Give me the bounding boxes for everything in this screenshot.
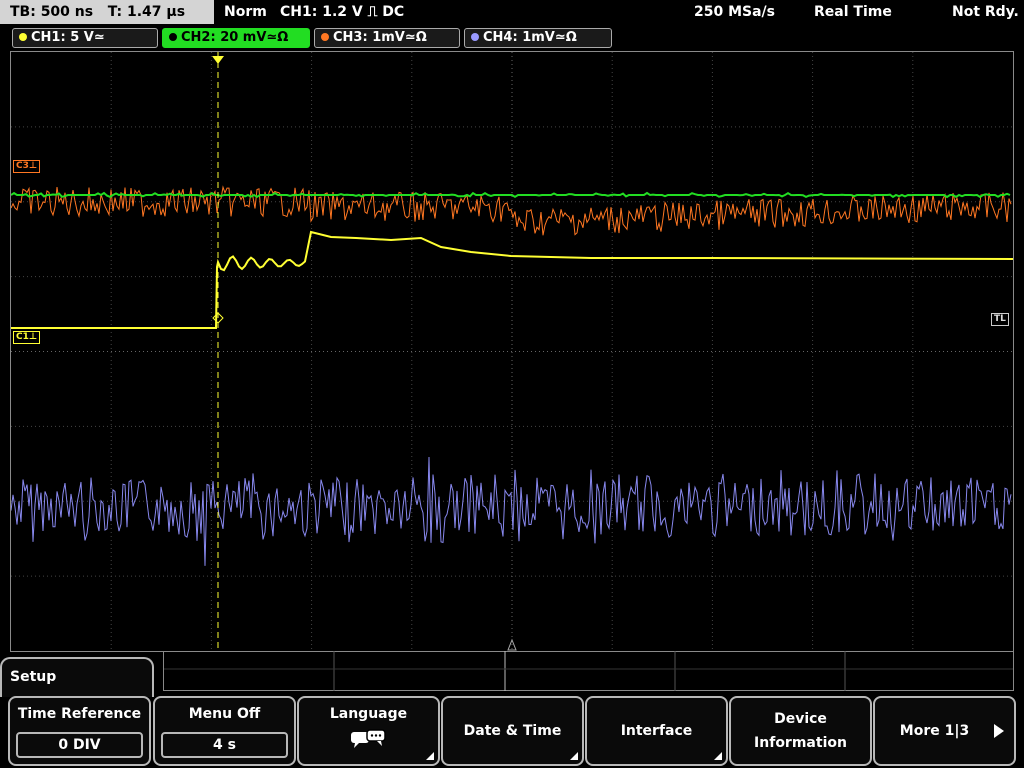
channel-1-dot-icon (19, 33, 27, 41)
channel-2-label: CH2: 20 mV≃Ω (181, 30, 289, 45)
trigger-mode[interactable]: Norm (224, 0, 267, 24)
channel-2-trace (11, 191, 1011, 199)
channel-4-label: CH4: 1mV≃Ω (483, 30, 577, 45)
sample-rate: 250 MSa/s (694, 4, 776, 20)
channel-1-ground-marker[interactable]: C1⊥ (13, 331, 41, 344)
waveform-canvas (11, 52, 1013, 651)
device-information-softkey[interactable]: Device Information (729, 696, 872, 766)
arrow-right-icon (994, 724, 1004, 738)
date-time-softkey[interactable]: Date & Time (441, 696, 584, 766)
submenu-indicator-icon (426, 752, 434, 760)
submenu-indicator-icon (570, 752, 578, 760)
language-label: Language (329, 706, 408, 722)
trigger-position-marker-icon (212, 56, 224, 64)
more-softkey[interactable]: More 1|3 (873, 696, 1016, 766)
channel-4-button[interactable]: CH4: 1mV≃Ω (464, 28, 612, 48)
overview-grid (164, 651, 1013, 691)
trigger-level-marker[interactable]: TL (991, 313, 1009, 326)
time-reference-label: Time Reference (17, 706, 142, 722)
waveform-display[interactable]: C3⊥ C1⊥ TL (10, 51, 1014, 652)
trigger-setting[interactable]: CH1: 1.2 V ⎍ DC (280, 0, 404, 24)
channel-3-label: CH3: 1mV≃Ω (333, 30, 427, 45)
timebase-readout[interactable]: TB: 500 ns T: 1.47 µs (0, 0, 214, 24)
channel-4-trace (11, 456, 1012, 566)
channel-3-ground-marker[interactable]: C3⊥ (13, 160, 41, 173)
time-reference-softkey[interactable]: Time Reference 0 DIV (8, 696, 151, 766)
speech-bubbles-icon (349, 728, 389, 754)
language-softkey[interactable]: Language (297, 696, 440, 766)
channel-2-dot-icon (169, 33, 177, 41)
acquisition-mode: Real Time (814, 4, 892, 20)
channel-1-label: CH1: 5 V≃ (31, 30, 105, 45)
submenu-indicator-icon (714, 752, 722, 760)
trigger-status: Not Rdy. (952, 4, 1019, 20)
channel-2-button[interactable]: CH2: 20 mV≃Ω (162, 28, 310, 48)
menu-off-label: Menu Off (188, 706, 261, 722)
time-reference-value: 0 DIV (16, 732, 143, 758)
status-bar: TB: 500 ns T: 1.47 µs Norm CH1: 1.2 V ⎍ … (0, 0, 1024, 24)
overview-strip (163, 651, 1014, 691)
menu-title: Setup (0, 657, 154, 697)
date-time-label: Date & Time (463, 723, 562, 739)
interface-label: Interface (620, 723, 693, 739)
device-information-label: Device Information (754, 711, 847, 751)
interface-softkey[interactable]: Interface (585, 696, 728, 766)
channel-bar: CH1: 5 V≃ CH2: 20 mV≃Ω CH3: 1mV≃Ω CH4: 1… (0, 28, 1024, 48)
menu-off-softkey[interactable]: Menu Off 4 s (153, 696, 296, 766)
channel-4-dot-icon (471, 33, 479, 41)
channel-3-button[interactable]: CH3: 1mV≃Ω (314, 28, 460, 48)
channel-1-button[interactable]: CH1: 5 V≃ (12, 28, 158, 48)
menu-off-value: 4 s (161, 732, 288, 758)
channel-3-dot-icon (321, 33, 329, 41)
